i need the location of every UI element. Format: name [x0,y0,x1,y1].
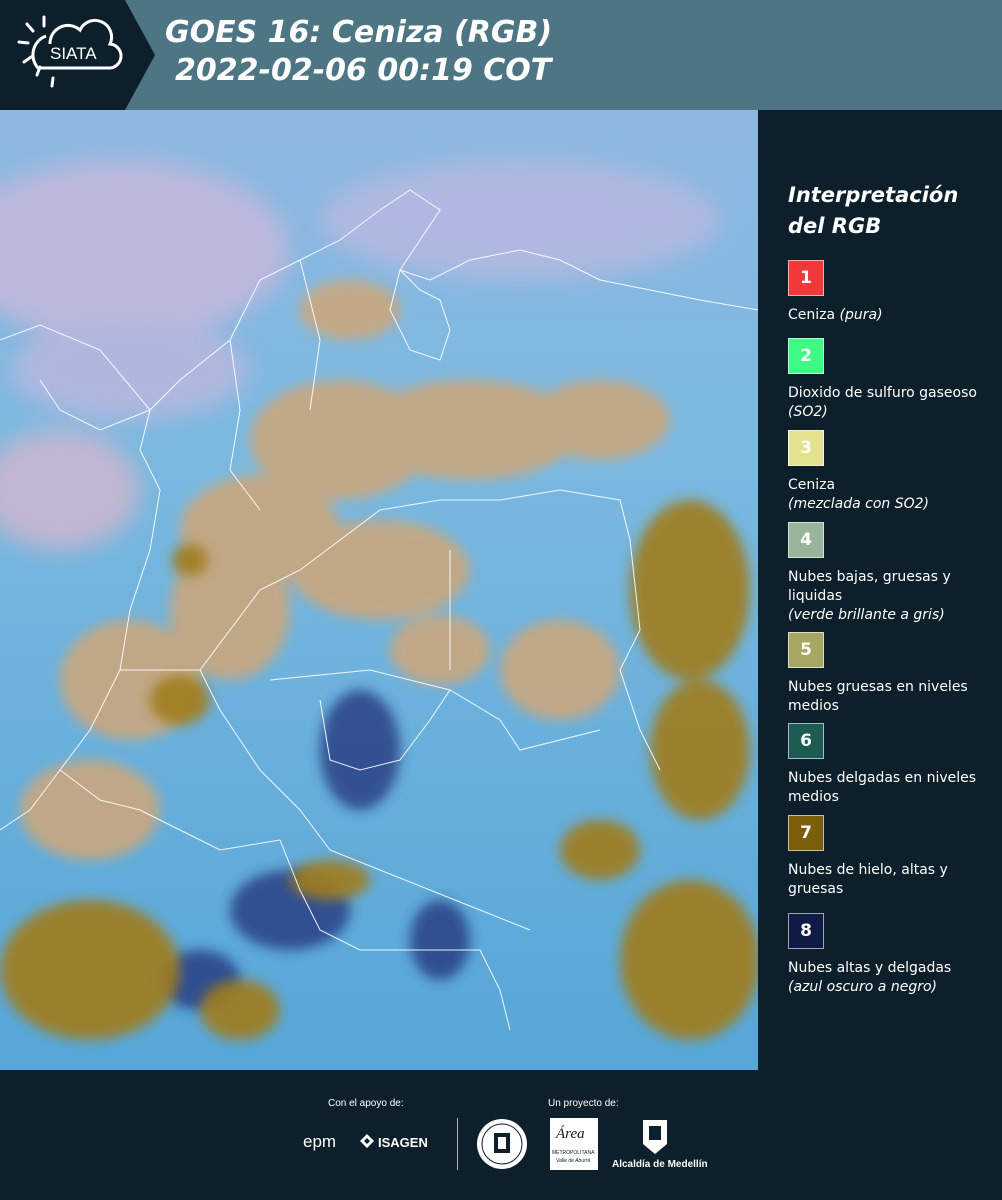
legend-swatch: 4 [788,522,824,558]
footer-divider [457,1118,458,1170]
legend-title-line2: del RGB [788,214,882,238]
satellite-map[interactable] [0,110,758,1070]
legend-item-4: 4 Nubes bajas, gruesas y liquidas (verde … [788,522,988,625]
legend-label-sub: (azul oscuro a negro) [788,979,937,995]
legend-label: Nubes gruesas en niveles medios [788,678,988,716]
legend-label-main: Ceniza [788,307,836,323]
title-product: GOES 16: Ceniza (RGB) [165,15,553,50]
legend-title: Interpretación del RGB [788,180,988,242]
legend-panel: Interpretación del RGB 1 Ceniza (pura) 2… [758,110,1002,1070]
project-label: Un proyecto de: [548,1098,619,1109]
legend-item-2: 2 Dioxido de sulfuro gaseoso (SO2) [788,338,988,422]
legend-item-7: 7 Nubes de hielo, altas y gruesas [788,815,988,899]
footer-bar: Con el apoyo de: Un proyecto de: epm ISA… [0,1070,1002,1200]
support-label: Con el apoyo de: [328,1098,404,1109]
epm-logo[interactable]: epm [303,1132,336,1152]
legend-item-3: 3 Ceniza (mezclada con SO2) [788,430,988,514]
legend-label-main: Nubes de hielo, altas y gruesas [788,862,948,897]
legend-label-main: Dioxido de sulfuro gaseoso [788,385,977,401]
legend-swatch: 3 [788,430,824,466]
legend-swatch: 8 [788,913,824,949]
legend-label-main: Nubes gruesas en niveles medios [788,679,968,714]
legend-label-sub: (SO2) [788,404,828,420]
legend-title-line1: Interpretación [788,183,959,207]
area-logo-word: Área [556,1126,585,1142]
legend-label: Dioxido de sulfuro gaseoso (SO2) [788,384,988,422]
legend-label: Nubes de hielo, altas y gruesas [788,861,988,899]
isagen-logo[interactable]: ISAGEN [378,1135,428,1150]
legend-swatch: 5 [788,632,824,668]
legend-swatch: 7 [788,815,824,851]
legend-swatch: 6 [788,723,824,759]
header-bar: SIATA GOES 16: Ceniza (RGB) 2022-02-06 0… [0,0,1002,110]
legend-item-6: 6 Nubes delgadas en niveles medios [788,723,988,807]
legend-item-5: 5 Nubes gruesas en niveles medios [788,632,988,716]
legend-swatch: 2 [788,338,824,374]
legend-label-main: Ceniza [788,477,836,493]
seal-logo[interactable] [476,1118,528,1170]
legend-label-sub: (pura) [839,307,883,323]
siata-logo-text: SIATA [50,44,97,63]
legend-label-sub: (mezclada con SO2) [788,496,930,512]
legend-label-main: Nubes delgadas en niveles medios [788,770,977,805]
legend-item-8: 8 Nubes altas y delgadas (azul oscuro a n… [788,913,988,997]
area-logo-line1: METROPOLITANA [552,1150,595,1156]
legend-label: Nubes altas y delgadas (azul oscuro a neg… [788,959,988,997]
area-logo-line2: Valle de Aburrá [556,1158,591,1164]
title-timestamp: 2022-02-06 00:19 COT [175,53,552,88]
legend-label-main: Nubes bajas, gruesas y liquidas [788,569,951,604]
area-metropolitana-logo[interactable]: Área METROPOLITANA Valle de Aburrá [550,1118,598,1170]
legend-label: Ceniza (mezclada con SO2) [788,476,988,514]
page-title: GOES 16: Ceniza (RGB) 2022-02-06 00:19 C… [165,14,765,90]
alcaldia-logo[interactable]: Alcaldía de Medellín [612,1159,708,1170]
legend-label: Nubes delgadas en niveles medios [788,769,988,807]
isagen-logo-icon [360,1134,374,1148]
legend-label: Ceniza (pura) [788,306,988,325]
legend-label-sub: (verde brillante a gris) [788,607,945,623]
legend-label: Nubes bajas, gruesas y liquidas (verde br… [788,568,988,625]
alcaldia-crest-icon [640,1118,670,1156]
legend-item-1: 1 Ceniza (pura) [788,260,988,325]
legend-label-main: Nubes altas y delgadas [788,960,952,976]
legend-swatch: 1 [788,260,824,296]
siata-logo[interactable]: SIATA [0,0,155,110]
